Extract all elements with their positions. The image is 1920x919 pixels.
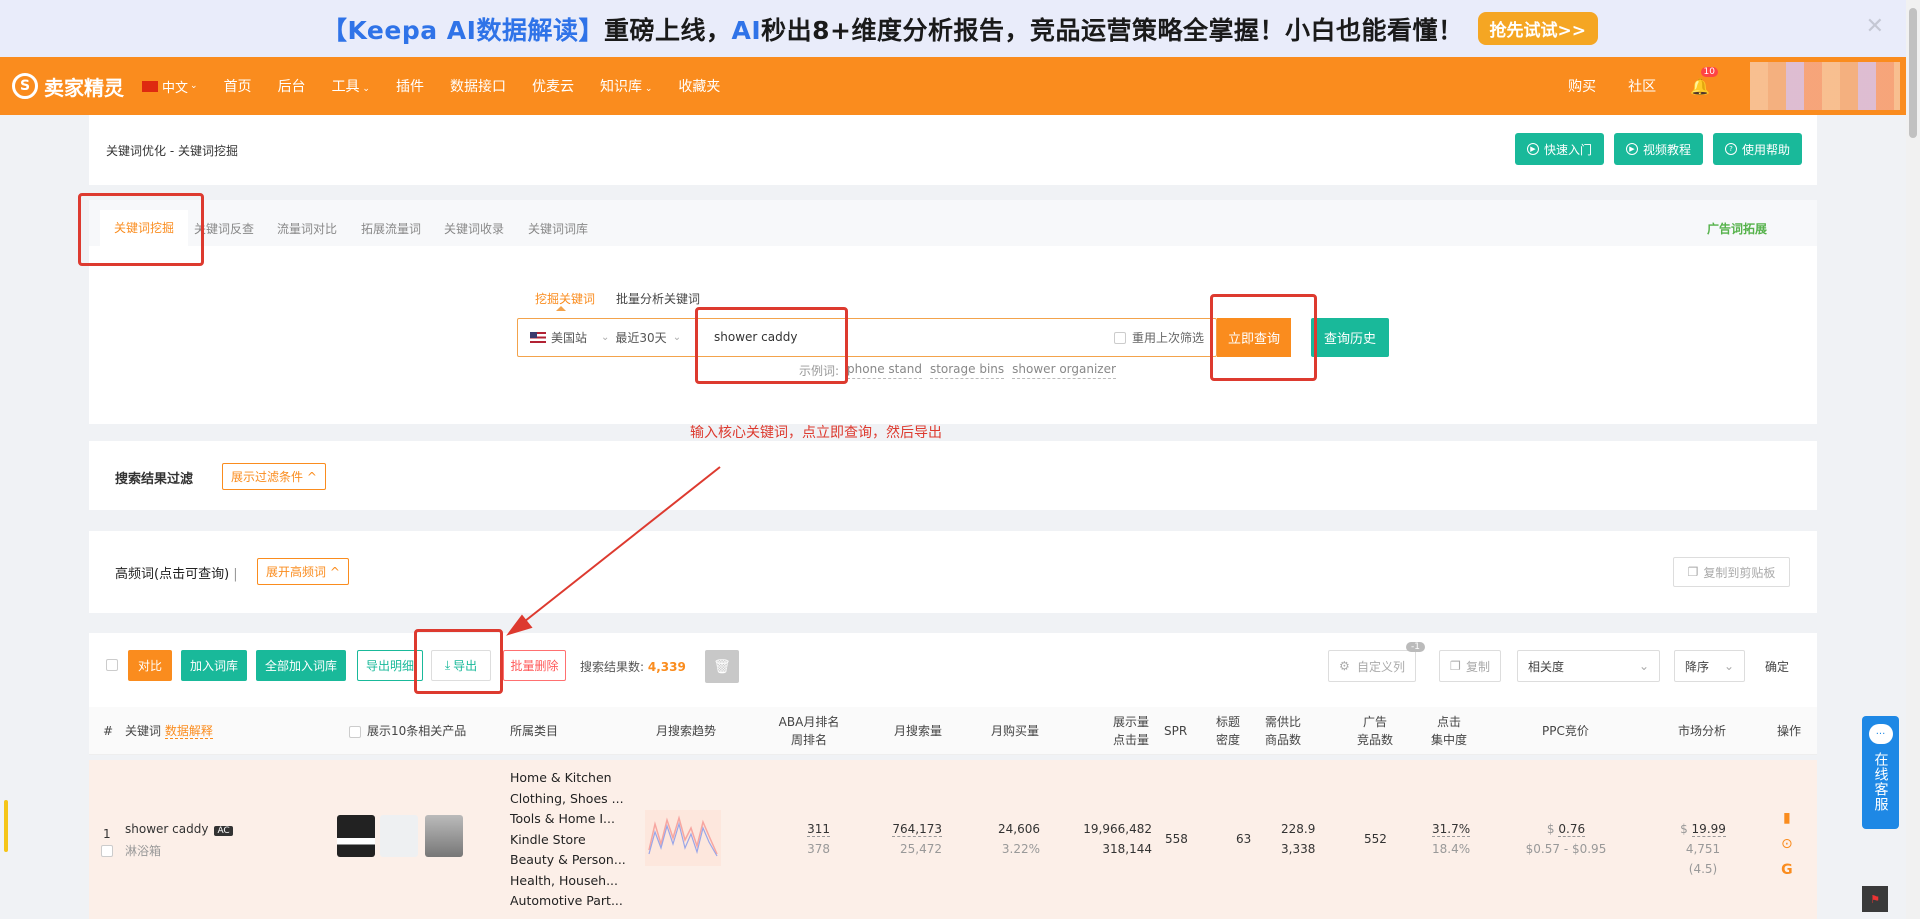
- bar-chart-icon[interactable]: ▮: [1781, 805, 1793, 831]
- search-trend-sparkline[interactable]: [645, 810, 721, 866]
- scrollbar[interactable]: [1906, 0, 1920, 919]
- col-keyword: 关键词 数据解释: [125, 724, 213, 739]
- table-header: # 关键词 数据解释 展示10条相关产品 所属类目 月搜索趋势 ABA月排名 周排…: [89, 707, 1817, 755]
- row-categories: Home & Kitchen Clothing, Shoes ... Tools…: [510, 770, 626, 908]
- row-ppc[interactable]: $ 0.76 $0.57 - $0.95: [1523, 819, 1609, 859]
- row-aba-rank: 311 378: [807, 822, 830, 856]
- row-checkbox[interactable]: [101, 845, 113, 857]
- row-title-density: 63: [1236, 832, 1252, 846]
- row-monthly-search: 764,173 25,472: [892, 822, 942, 856]
- flag-icon[interactable]: ⚑: [1862, 886, 1888, 912]
- chat-icon: ···: [1868, 724, 1893, 744]
- row-spr: 558: [1165, 832, 1188, 846]
- google-icon[interactable]: G: [1781, 857, 1793, 883]
- row-market[interactable]: $ 19.99 4,751 (4.5): [1670, 819, 1736, 879]
- row-keyword[interactable]: shower caddy AC 淋浴箱: [125, 819, 233, 861]
- col-monthly-search: 月搜索量: [894, 724, 943, 738]
- trend-chart: [648, 815, 718, 857]
- col-category: 所属类目: [510, 724, 559, 738]
- scrollbar-thumb[interactable]: [1909, 8, 1917, 138]
- product-thumb[interactable]: [337, 815, 375, 857]
- more-icon[interactable]: ⊙: [1781, 831, 1793, 857]
- data-explain-link[interactable]: 数据解释: [164, 724, 213, 739]
- online-service-button[interactable]: ··· 在线客服: [1862, 716, 1899, 829]
- col-ops: 操作: [1777, 724, 1802, 738]
- col-supply-demand: 需供比 商品数: [1265, 715, 1302, 747]
- row-num: 1: [103, 827, 111, 841]
- col-aba: ABA月排名 周排名: [778, 715, 840, 747]
- row-monthly-purchase: 24,606 3.22%: [998, 822, 1040, 856]
- col-trend: 月搜索趋势: [656, 724, 717, 738]
- col-ppc: PPC竞价: [1542, 724, 1589, 738]
- ac-badge: AC: [214, 826, 233, 836]
- col-monthly-purchase: 月购买量: [991, 724, 1040, 738]
- col-market: 市场分析: [1678, 724, 1727, 738]
- show-10-products[interactable]: 展示10条相关产品: [349, 722, 466, 740]
- col-title-density: 标题 密度: [1216, 715, 1241, 747]
- row-impressions: 19,966,482 318,144: [1083, 822, 1152, 856]
- row-operations: ▮ ⊙ G: [1781, 805, 1793, 883]
- checkbox[interactable]: [349, 725, 361, 738]
- col-num: #: [103, 724, 114, 738]
- row-ad-count: 552: [1364, 832, 1387, 846]
- col-spr: SPR: [1164, 724, 1188, 738]
- side-strip: [4, 800, 8, 852]
- row-supply-demand: 228.9 3,338: [1281, 822, 1316, 856]
- col-impressions: 展示量 点击量: [1112, 715, 1149, 747]
- product-thumb[interactable]: [380, 815, 418, 857]
- product-thumb[interactable]: [425, 815, 463, 857]
- row-click-concentration: 31.7% 18.4%: [1432, 822, 1471, 856]
- col-click-concentration: 点击 集中度: [1431, 715, 1468, 747]
- col-ad-competitors: 广告 竞品数: [1357, 715, 1394, 747]
